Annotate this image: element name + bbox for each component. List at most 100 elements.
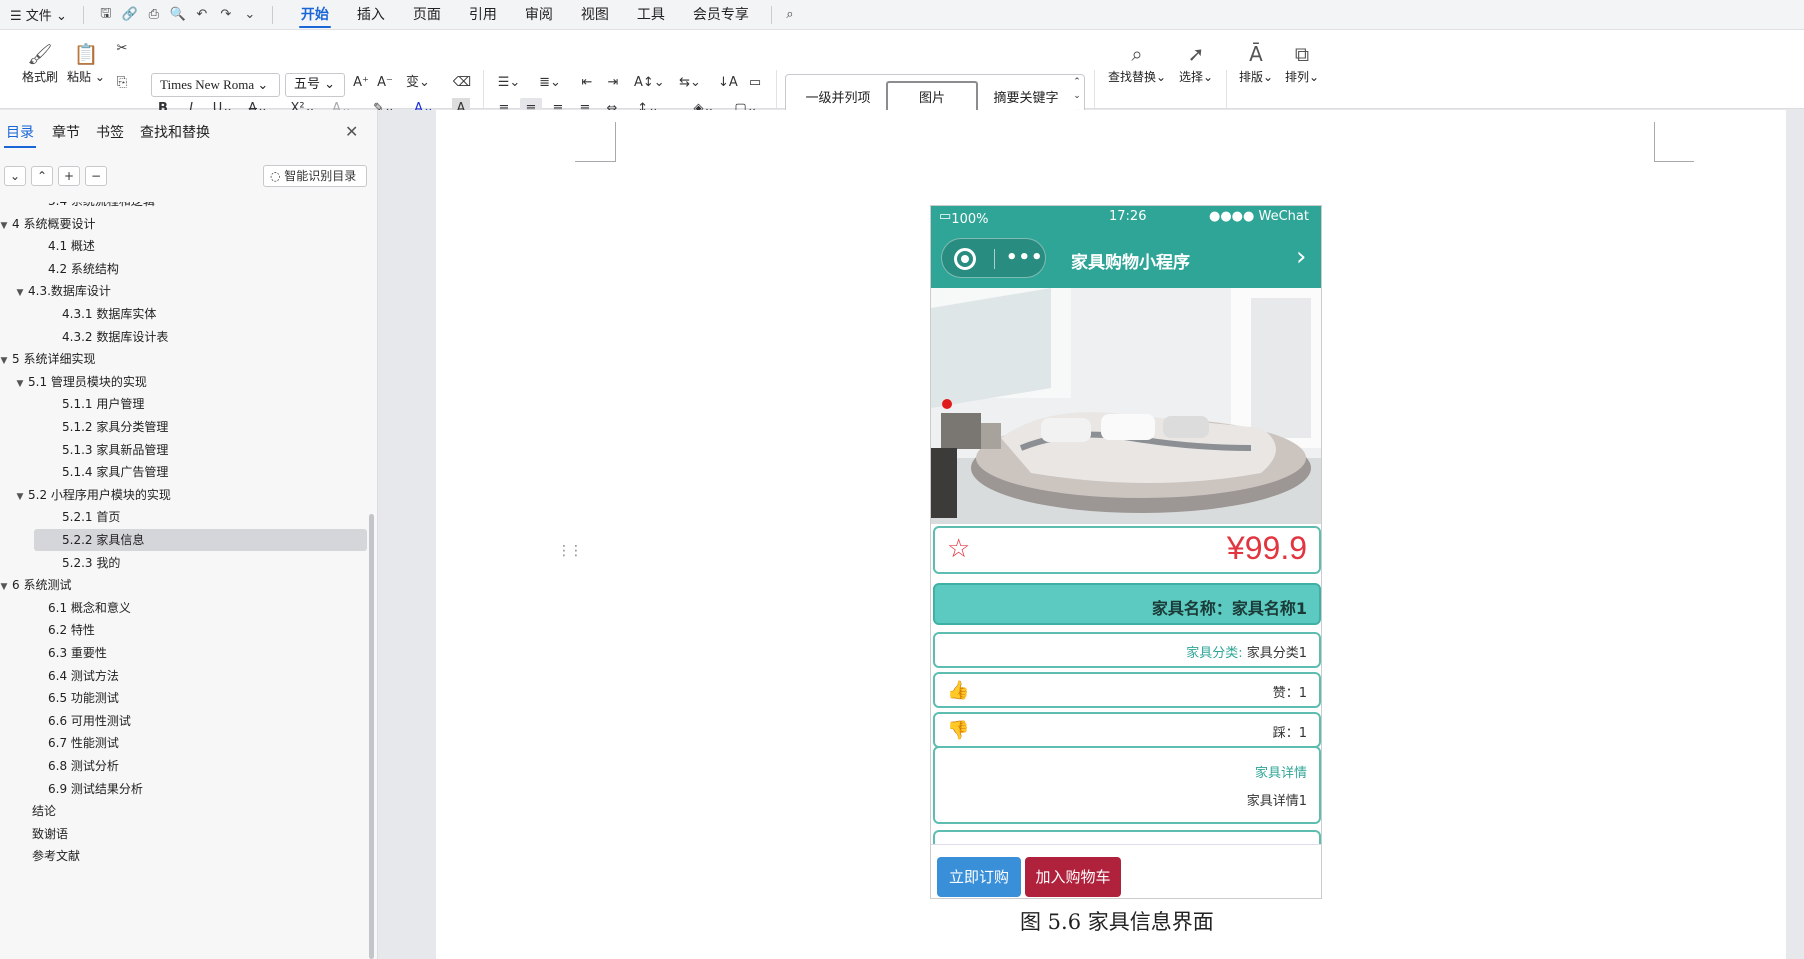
toc-item[interactable]: 6.9 测试结果分析	[48, 778, 143, 800]
add-icon[interactable]: +	[58, 166, 80, 186]
more-dots-icon[interactable]: •••	[1006, 248, 1044, 268]
expand-icon[interactable]: ⌃	[31, 166, 53, 186]
font-size-select[interactable]: 五号 ⌄	[285, 73, 345, 97]
star-icon[interactable]: ☆	[947, 534, 970, 564]
toc-item[interactable]: ▼ 5 系统详细实现	[0, 348, 96, 372]
mini-program-capsule[interactable]: •••	[941, 238, 1046, 278]
search-icon[interactable]: ⌕	[780, 5, 800, 25]
link-icon[interactable]: 🔗	[120, 5, 140, 25]
tab-bookmarks[interactable]: 书签	[88, 122, 132, 148]
toc-item[interactable]: 6.1 概念和意义	[48, 597, 131, 619]
expand-arrow-icon[interactable]: ▼	[0, 350, 12, 372]
toc-item[interactable]: 4.3.1 数据库实体	[62, 303, 156, 325]
toc-item[interactable]: 5.1.1 用户管理	[62, 393, 144, 415]
toc-item[interactable]: ▼ 6 系统测试	[0, 574, 72, 598]
select-button[interactable]: ➚ 选择⌄	[1172, 40, 1220, 85]
print-icon[interactable]: ⎙	[144, 5, 164, 25]
toc-item[interactable]: 4.3.2 数据库设计表	[62, 326, 168, 348]
tab-member[interactable]: 会员专享	[679, 0, 763, 30]
dislikes-row[interactable]: 👎 踩：1	[933, 712, 1321, 748]
clear-format-icon[interactable]: ⌫	[452, 72, 472, 94]
tab-find-replace[interactable]: 查找和替换	[132, 122, 218, 148]
toc-item[interactable]: 5.2.2 家具信息	[62, 529, 144, 551]
toc-item[interactable]: ▼ 4 系统概要设计	[0, 213, 96, 237]
tab-tools[interactable]: 工具	[623, 0, 679, 30]
toc-item[interactable]: 参考文献	[32, 845, 80, 867]
format-painter-button[interactable]: 🖌 格式刷	[16, 40, 64, 85]
smart-toc-button[interactable]: ◌ 智能识别目录	[263, 165, 367, 187]
toc-item[interactable]: 结论	[32, 800, 56, 822]
tab-view[interactable]: 视图	[567, 0, 623, 30]
sort-direction-icon[interactable]: ⇆⌄	[676, 72, 704, 94]
toc-item[interactable]: 6.4 测试方法	[48, 665, 119, 687]
toc-item[interactable]: 致谢语	[32, 823, 68, 845]
paste-button[interactable]: 📋 粘贴 ⌄	[62, 40, 110, 85]
toc-item[interactable]: ▼ 4.3.数据库设计	[12, 280, 111, 302]
toc-item[interactable]: 6.3 重要性	[48, 642, 107, 664]
save-icon[interactable]: 🖫	[96, 5, 116, 25]
toc-item[interactable]: 6.8 测试分析	[48, 755, 119, 777]
ribbon-tabs: 开始 插入 页面 引用 审阅 视图 工具 会员专享	[287, 0, 763, 30]
toc-item[interactable]: ▼ 5.1 管理员模块的实现	[12, 371, 147, 393]
toc-item[interactable]: 5.2.3 我的	[62, 552, 120, 574]
print-preview-icon[interactable]: 🔍	[168, 5, 188, 25]
toc-item[interactable]: ▼ 5.2 小程序用户模块的实现	[12, 484, 171, 506]
collapse-icon[interactable]: ⌄	[4, 166, 26, 186]
increase-indent-icon[interactable]: ⇥	[604, 72, 622, 94]
toc-item[interactable]: 3.4 系统流程和逻辑	[48, 202, 155, 212]
expand-arrow-icon[interactable]: ▼	[0, 215, 12, 237]
scrollbar[interactable]	[369, 514, 374, 959]
add-cart-button[interactable]: 加入购物车	[1025, 857, 1121, 897]
tab-review[interactable]: 审阅	[511, 0, 567, 30]
likes-row[interactable]: 👍 赞：1	[933, 672, 1321, 708]
expand-arrow-icon[interactable]: ▼	[0, 576, 12, 598]
chevron-right-icon[interactable]: ›	[1296, 242, 1306, 272]
close-circle-icon[interactable]	[954, 248, 976, 270]
text-direction-icon[interactable]: A↕⌄	[634, 72, 665, 94]
find-replace-button[interactable]: ⌕ 查找替换⌄	[1104, 40, 1170, 85]
toc-item[interactable]: 6.2 特性	[48, 619, 95, 641]
redo-icon[interactable]: ↷	[216, 5, 236, 25]
toc-item[interactable]: 4.1 概述	[48, 235, 95, 257]
tab-home[interactable]: 开始	[287, 0, 343, 30]
phonetic-icon[interactable]: 变⌄	[404, 72, 432, 94]
phone-screenshot[interactable]: ▭ 100% 17:26 ●●●● WeChat ••• 家具购物小程序 › ☆…	[930, 205, 1322, 899]
toc-item[interactable]: 6.6 可用性测试	[48, 710, 131, 732]
decrease-indent-icon[interactable]: ⇤	[578, 72, 596, 94]
more-icon[interactable]: ⌄	[240, 5, 260, 25]
tab-chapters[interactable]: 章节	[44, 122, 88, 148]
thumbs-down-icon[interactable]: 👎	[947, 720, 969, 741]
file-menu[interactable]: ☰ 文件 ⌄	[6, 5, 71, 24]
toc-item[interactable]: 6.5 功能测试	[48, 687, 119, 709]
toc-item[interactable]: 5.1.4 家具广告管理	[62, 461, 168, 483]
toc-item[interactable]: 6.7 性能测试	[48, 732, 119, 754]
toc-item[interactable]: 4.2 系统结构	[48, 258, 119, 280]
cut-icon[interactable]: ✂	[112, 38, 132, 60]
expand-arrow-icon[interactable]: ▼	[12, 486, 28, 508]
expand-arrow-icon[interactable]: ▼	[12, 373, 28, 395]
undo-icon[interactable]: ↶	[192, 5, 212, 25]
toc-item[interactable]: 5.1.2 家具分类管理	[62, 416, 168, 438]
grow-font-icon[interactable]: A⁺	[352, 72, 370, 94]
tab-insert[interactable]: 插入	[343, 0, 399, 30]
toc-item[interactable]: 5.2.1 首页	[62, 506, 120, 528]
sort-icon[interactable]: ↓A	[718, 72, 738, 94]
remove-icon[interactable]: −	[85, 166, 107, 186]
arrange-button[interactable]: ⧉ 排列⌄	[1278, 40, 1326, 85]
tab-toc[interactable]: 目录	[4, 122, 36, 148]
expand-arrow-icon[interactable]: ▼	[12, 282, 28, 304]
bullets-icon[interactable]: ☰⌄	[495, 72, 523, 94]
thumbs-up-icon[interactable]: 👍	[947, 680, 969, 701]
toc-item[interactable]: 5.1.3 家具新品管理	[62, 439, 168, 461]
tab-stops-icon[interactable]: ▭	[746, 72, 764, 94]
buy-now-button[interactable]: 立即订购	[937, 857, 1021, 897]
font-name-select[interactable]: Times New Roma ⌄	[151, 73, 280, 97]
shrink-font-icon[interactable]: A⁻	[376, 72, 394, 94]
numbering-icon[interactable]: ≣⌄	[536, 72, 564, 94]
close-icon[interactable]: ✕	[345, 122, 358, 141]
tab-page[interactable]: 页面	[399, 0, 455, 30]
tab-reference[interactable]: 引用	[455, 0, 511, 30]
drag-handle-icon[interactable]: ⋮⋮	[557, 543, 583, 559]
layout-button[interactable]: Ā 排版⌄	[1232, 40, 1280, 85]
copy-icon[interactable]: ⎘	[112, 72, 132, 94]
